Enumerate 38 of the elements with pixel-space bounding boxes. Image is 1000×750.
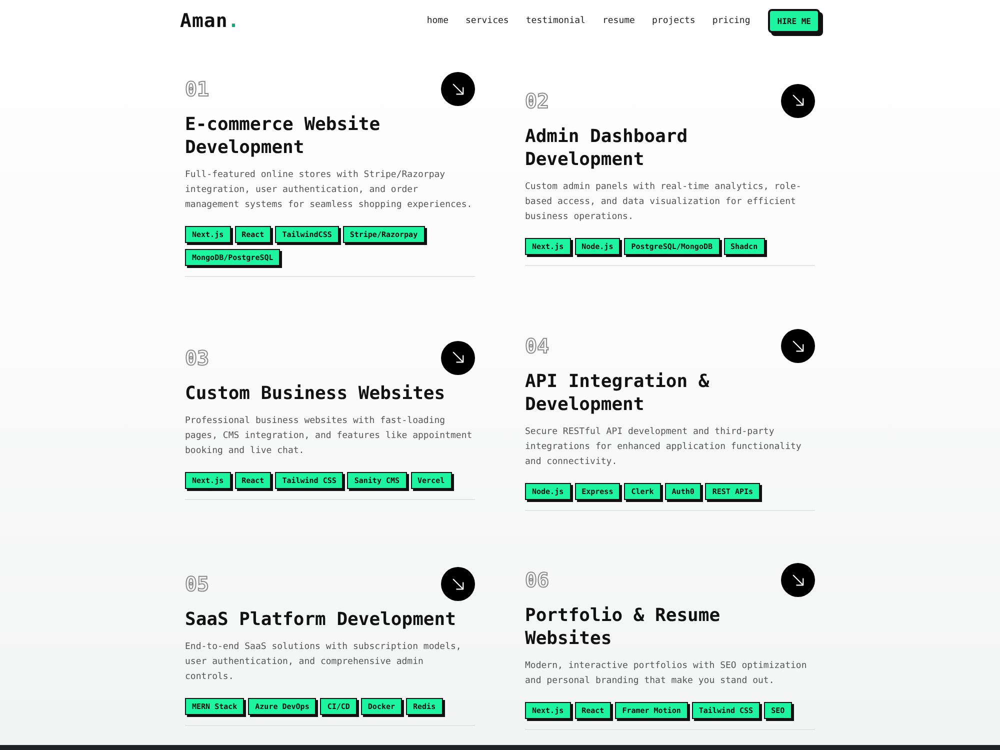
service-description: Secure RESTful API development and third-party integrations for enhanced application functionality and connectivity. (525, 426, 802, 469)
hire-me-button[interactable]: HIRE ME (768, 9, 820, 33)
nav-link[interactable]: projects (652, 16, 696, 26)
arrow-link-button[interactable] (441, 567, 475, 601)
service-description: Modern, interactive portfolios with SEO optimization and personal branding that make you stand out. (525, 660, 808, 688)
arrow-icon (792, 340, 804, 352)
arrow-icon (792, 94, 804, 107)
service-title: Custom Business Websites (185, 382, 446, 404)
service-title: Admin Dashboard Development (525, 124, 689, 170)
nav-link[interactable]: home (426, 16, 448, 26)
arrow-link-button[interactable] (441, 72, 475, 106)
service-title: API Integration & Development (525, 370, 710, 416)
service-number: 02 (525, 90, 550, 112)
nav-link[interactable]: resume (602, 16, 635, 26)
service-number: 04 (525, 335, 550, 357)
service-number: 03 (185, 346, 210, 368)
nav-link[interactable]: services (466, 16, 509, 26)
nav-link[interactable]: pricing (712, 16, 750, 26)
service-description: Custom admin panels with real-time analytics, role-based access, and data visualization for efficient business operations. (525, 180, 802, 224)
service-title: SaaS Platform Development (185, 608, 457, 631)
arrow-icon (792, 574, 804, 586)
logo[interactable]: Aman. (180, 10, 240, 32)
service-number: 06 (525, 569, 550, 591)
arrow-icon (452, 578, 464, 590)
arrow-icon (452, 82, 464, 96)
arrow-link-button[interactable] (781, 84, 815, 118)
arrow-link-button[interactable] (781, 563, 815, 597)
service-description: End-to-end SaaS solutions with subscription models, user authentication, and comprehensive admin controls. (185, 641, 462, 684)
service-title: E-commerce Website Development (185, 113, 382, 159)
service-description: Professional business websites with fast-loading pages, CMS integration, and features like appointment booking and live chat. (185, 414, 474, 458)
arrow-icon (452, 351, 464, 364)
arrow-link-button[interactable] (441, 340, 475, 374)
service-number: 01 (185, 78, 210, 100)
nav-link[interactable]: testimonial (526, 16, 586, 26)
service-title: Portfolio & Resume Websites (525, 604, 722, 650)
service-description: Full-featured online stores with Stripe/Razorpay integration, user authentication, and order management systems for seamless shopping experiences. (185, 169, 474, 212)
arrow-link-button[interactable] (781, 329, 815, 363)
service-number: 05 (185, 573, 210, 595)
